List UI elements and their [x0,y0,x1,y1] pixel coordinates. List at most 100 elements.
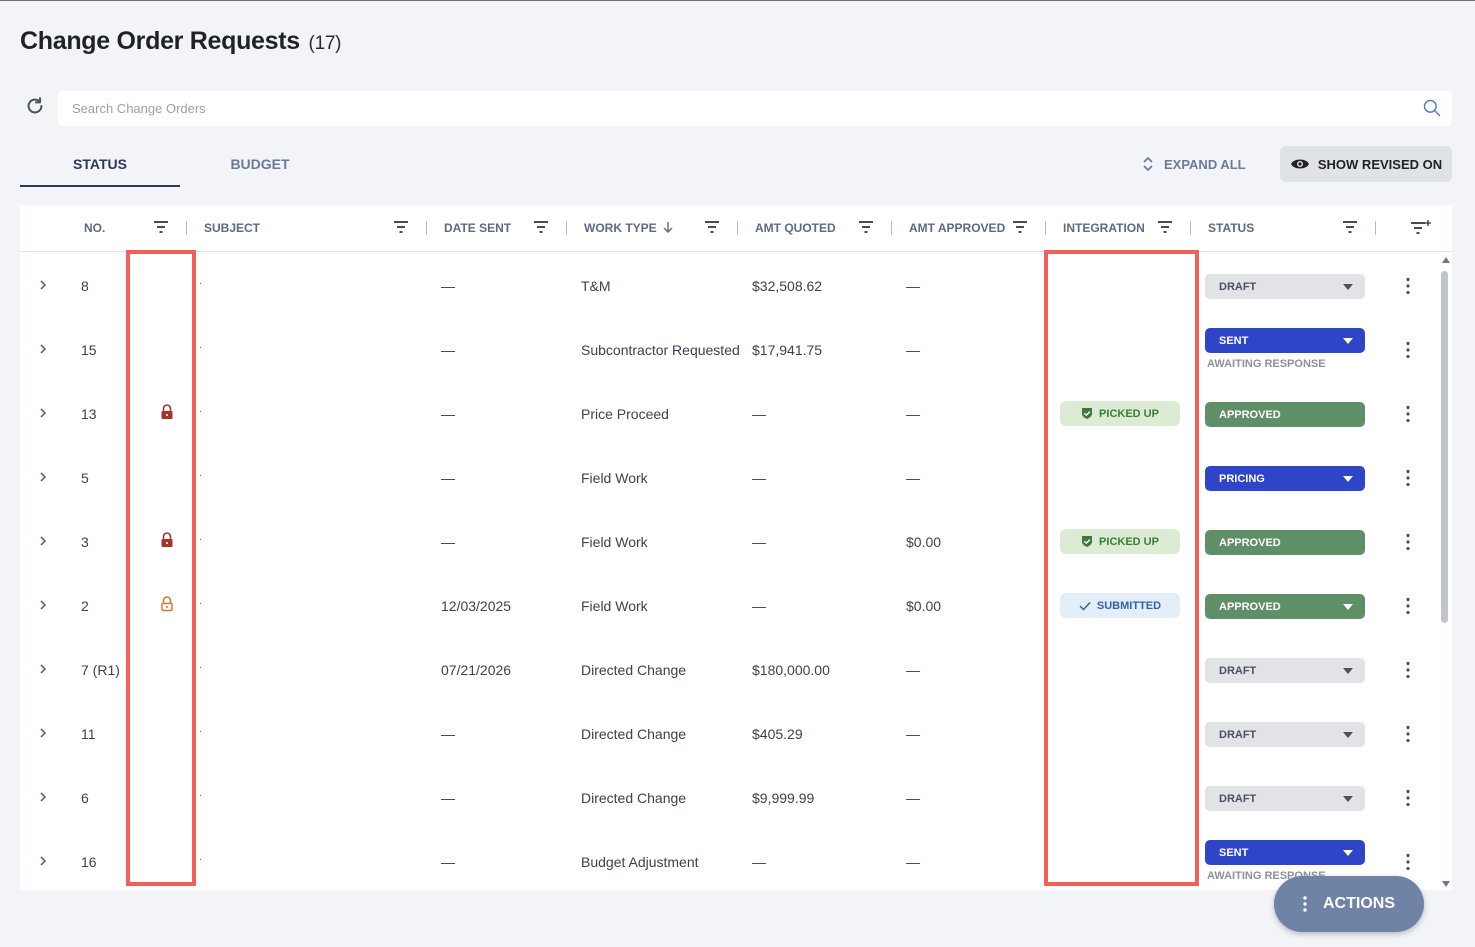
table-row[interactable]: 5 — Field Work — — PRICING [20,446,1440,510]
row-menu-icon[interactable] [1402,277,1414,295]
tab-status[interactable]: STATUS [20,156,180,172]
subject-cell[interactable] [200,795,201,796]
expand-row-icon[interactable] [37,599,49,611]
subject-cell[interactable] [200,475,201,476]
row-menu-icon[interactable] [1402,533,1414,551]
row-menu-icon[interactable] [1402,661,1414,679]
scroll-thumb[interactable] [1441,271,1448,623]
column-divider[interactable] [1045,221,1046,235]
col-no[interactable]: NO. [84,221,105,235]
amt-approved-cell: $0.00 [906,534,942,550]
expand-row-icon[interactable] [37,343,49,355]
expand-row-icon[interactable] [37,855,49,867]
expand-row-icon[interactable] [37,791,49,803]
table-row[interactable]: 11 — Directed Change $405.29 — DRAFT [20,702,1440,766]
table-row[interactable]: 13— Price Proceed — — PICKED UP APPROVED [20,382,1440,446]
column-divider[interactable] [426,221,427,235]
expand-row-icon[interactable] [37,727,49,739]
table-row[interactable]: 2 12/03/2025 Field Work — $0.00 SUBMITTED APPR… [20,574,1440,638]
filter-icon[interactable] [153,220,169,234]
row-menu-icon[interactable] [1402,469,1414,487]
expand-row-icon[interactable] [37,535,49,547]
table-row[interactable]: 15 — Subcontractor Requested $17,941.75 — SEN… [20,318,1440,382]
status-dropdown[interactable]: APPROVED [1205,594,1365,619]
row-menu-icon[interactable] [1402,405,1414,423]
col-subject[interactable]: SUBJECT [204,221,260,235]
expand-row-icon[interactable] [37,279,49,291]
filter-icon[interactable] [1157,220,1173,234]
more-vertical-icon [1303,896,1307,912]
subject-cell[interactable] [200,603,201,604]
show-revised-button[interactable]: SHOW REVISED ON [1280,146,1452,182]
status-dropdown[interactable]: DRAFT [1205,658,1365,683]
add-filter-icon[interactable] [1410,219,1432,235]
row-menu-icon[interactable] [1402,853,1414,871]
column-divider[interactable] [186,221,187,235]
expand-row-icon[interactable] [37,471,49,483]
table-row[interactable]: 7 (R1) 07/21/2026 Directed Change $180,000.… [20,638,1440,702]
status-dropdown[interactable]: APPROVED [1205,530,1365,555]
column-divider[interactable] [891,221,892,235]
scroll-down-icon[interactable] [1442,881,1450,887]
amt-approved-cell: — [906,342,920,358]
subject-cell[interactable] [200,667,201,668]
subject-cell[interactable] [200,539,201,540]
filter-icon[interactable] [1012,220,1028,234]
table-row[interactable]: 6 — Directed Change $9,999.99 — DRAFT [20,766,1440,830]
filter-icon[interactable] [393,220,409,234]
date-sent-cell: — [441,854,455,870]
table-row[interactable]: 3— Field Work — $0.00 PICKED UP APPROVED [20,510,1440,574]
col-amt-approved[interactable]: AMT APPROVED [909,221,1005,235]
filter-icon[interactable] [1342,220,1358,234]
subject-cell[interactable] [200,347,201,348]
expand-row-icon[interactable] [37,663,49,675]
column-divider[interactable] [737,221,738,235]
status-dropdown[interactable]: SENT [1205,328,1365,353]
col-status[interactable]: STATUS [1208,221,1254,235]
status-dropdown[interactable]: DRAFT [1205,786,1365,811]
status-label: SENT [1219,846,1249,859]
status-subtext: AWAITING RESPONSE [1207,358,1326,370]
subject-cell[interactable] [200,859,201,860]
subject-cell[interactable] [200,411,201,412]
filter-icon[interactable] [704,220,720,234]
status-dropdown[interactable]: APPROVED [1205,402,1365,427]
col-integration[interactable]: INTEGRATION [1063,221,1145,235]
refresh-icon[interactable] [24,95,46,117]
status-dropdown[interactable]: SENT [1205,840,1365,865]
sort-desc-icon[interactable] [662,221,674,234]
expand-all-button[interactable]: EXPAND ALL [1142,156,1246,172]
work-type-cell: Price Proceed [581,406,669,422]
chevron-down-icon [1343,476,1353,482]
row-menu-icon[interactable] [1402,725,1414,743]
search-input[interactable] [58,91,1398,126]
row-menu-icon[interactable] [1402,789,1414,807]
subject-cell[interactable] [200,283,201,284]
table-row[interactable]: 8 — T&M $32,508.62 — DRAFT [20,254,1440,318]
column-divider[interactable] [1375,221,1376,235]
actions-fab[interactable]: ACTIONS [1274,876,1424,932]
page-title: Change Order Requests (17) [20,27,341,56]
tab-budget[interactable]: BUDGET [180,156,340,172]
date-sent-cell: — [441,534,455,550]
column-divider[interactable] [1190,221,1191,235]
col-work-type[interactable]: WORK TYPE [584,221,657,235]
row-menu-icon[interactable] [1402,597,1414,615]
row-menu-icon[interactable] [1402,341,1414,359]
chevron-down-icon [1343,338,1353,344]
column-divider[interactable] [566,221,567,235]
status-dropdown[interactable]: DRAFT [1205,722,1365,747]
status-dropdown[interactable]: PRICING [1205,466,1365,491]
col-date-sent[interactable]: DATE SENT [444,221,511,235]
expand-row-icon[interactable] [37,407,49,419]
search-icon[interactable] [1422,98,1442,118]
expand-icon [1143,156,1153,172]
amt-quoted-cell: — [752,470,766,486]
col-amt-quoted[interactable]: AMT QUOTED [755,221,836,235]
subject-cell[interactable] [200,731,201,732]
filter-icon[interactable] [858,220,874,234]
status-dropdown[interactable]: DRAFT [1205,274,1365,299]
scroll-up-icon[interactable] [1442,257,1450,263]
filter-icon[interactable] [533,220,549,234]
table-row[interactable]: 16— Budget Adjustment — — SENT AWAITING RESPO… [20,830,1440,890]
